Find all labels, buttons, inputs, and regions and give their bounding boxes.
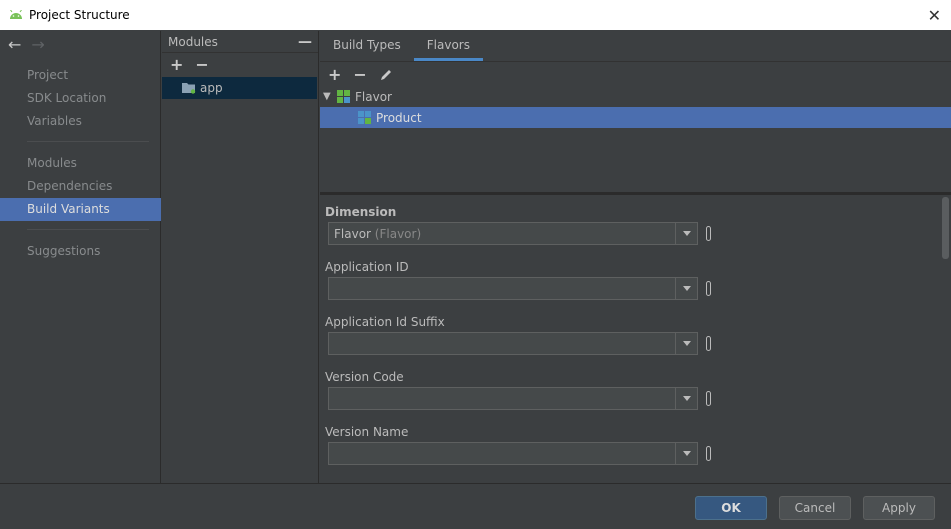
sidebar-separator [27,141,149,142]
application-id-combo[interactable] [328,277,698,300]
module-folder-icon [182,83,196,94]
variable-toggle-icon[interactable] [706,226,711,241]
version-name-label: Version Name [325,425,409,439]
dimension-combo[interactable]: Flavor (Flavor) [328,222,698,245]
modules-toolbar: + − [162,53,318,77]
version-code-combo[interactable] [328,387,698,410]
vertical-scrollbar[interactable] [942,197,949,259]
remove-icon[interactable]: − [353,67,366,83]
chevron-down-icon[interactable] [675,223,697,244]
add-icon[interactable]: + [170,57,183,73]
chevron-down-icon[interactable] [675,443,697,464]
flavor-icon [358,111,371,124]
flavors-toolbar: + − [320,64,951,86]
sidebar-item-project[interactable]: Project [0,64,161,87]
tree-label: Product [376,110,422,125]
tab-flavors[interactable]: Flavors [413,31,483,61]
chevron-down-icon[interactable] [675,278,697,299]
chevron-down-icon[interactable] [675,388,697,409]
application-id-suffix-combo[interactable] [328,332,698,355]
ok-button[interactable]: OK [695,496,767,520]
flavor-dimension-icon [337,90,350,103]
collapse-icon[interactable]: — [298,34,312,50]
title-bar: Project Structure ✕ [0,0,951,30]
remove-icon[interactable]: − [195,57,208,73]
chevron-down-icon[interactable] [675,333,697,354]
sidebar-item-dependencies[interactable]: Dependencies [0,175,161,198]
variable-toggle-icon[interactable] [706,281,711,296]
tab-bar: Build Types Flavors [320,31,951,62]
dialog-body: ← → Project SDK Location Variables Modul… [0,31,951,483]
tree-row-product[interactable]: Product [320,107,951,128]
variable-toggle-icon[interactable] [706,336,711,351]
dialog-footer: OK Cancel Apply [0,483,951,529]
flavor-form: Dimension Flavor (Flavor) Application ID… [320,195,951,483]
window-title: Project Structure [29,8,130,22]
list-item[interactable]: app [162,77,317,99]
android-icon [10,10,22,19]
modules-header-label: Modules [168,34,218,49]
add-icon[interactable]: + [328,67,341,83]
module-label: app [200,81,223,95]
sidebar-separator [27,229,149,230]
sidebar-item-suggestions[interactable]: Suggestions [0,240,161,263]
flavors-panel: Build Types Flavors + − ▼ Flavor Product… [320,31,951,483]
dimension-label: Dimension [325,205,397,219]
arrow-right-icon[interactable]: → [31,35,44,55]
version-name-combo[interactable] [328,442,698,465]
modules-panel: Modules — + − app [162,31,319,483]
variable-toggle-icon[interactable] [706,446,711,461]
tree-row-flavor[interactable]: ▼ Flavor [320,86,951,107]
application-id-suffix-label: Application Id Suffix [325,315,445,329]
edit-icon[interactable] [379,68,393,82]
expand-icon[interactable]: ▼ [323,91,337,102]
sidebar-item-variables[interactable]: Variables [0,110,161,133]
modules-header: Modules — [162,31,318,53]
sidebar-item-sdk-location[interactable]: SDK Location [0,87,161,110]
variable-toggle-icon[interactable] [706,391,711,406]
dimension-value-hint: (Flavor) [374,226,422,241]
version-code-label: Version Code [325,370,404,384]
apply-button[interactable]: Apply [863,496,935,520]
dimension-value: Flavor [334,226,371,241]
sidebar-item-build-variants[interactable]: Build Variants [0,198,161,221]
sidebar: ← → Project SDK Location Variables Modul… [0,31,161,483]
sidebar-item-modules[interactable]: Modules [0,152,161,175]
close-icon[interactable]: ✕ [928,6,941,25]
cancel-button[interactable]: Cancel [779,496,851,520]
arrow-left-icon[interactable]: ← [8,35,21,55]
application-id-label: Application ID [325,260,409,274]
nav-arrows: ← → [8,35,45,55]
tree-label: Flavor [355,89,392,104]
tab-build-types[interactable]: Build Types [320,31,414,61]
